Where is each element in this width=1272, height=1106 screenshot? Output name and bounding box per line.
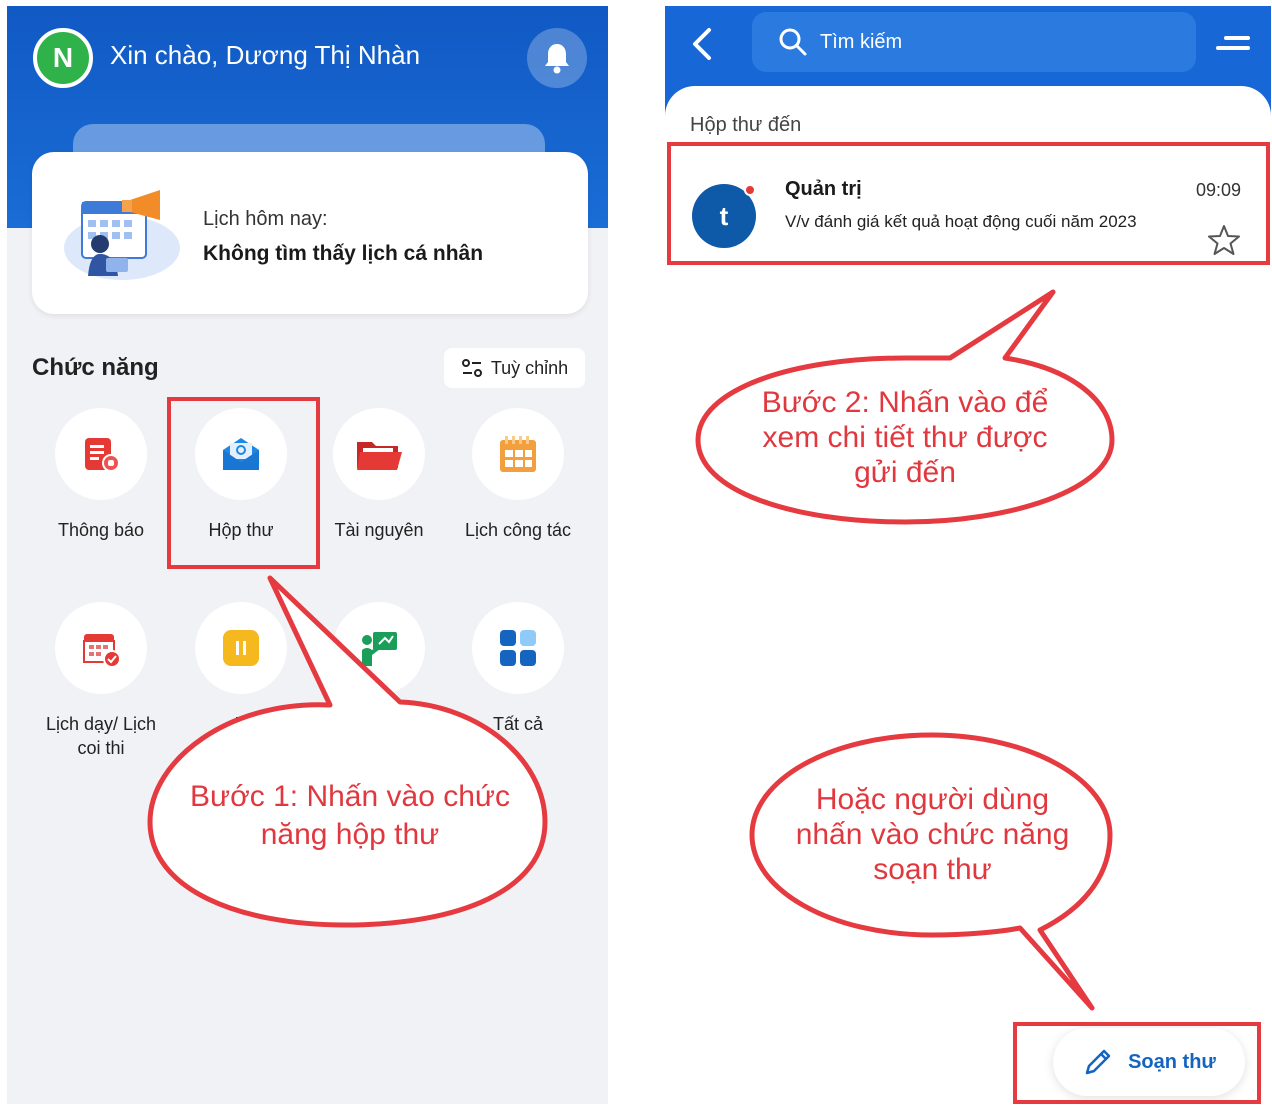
function-icon-circle	[55, 602, 147, 694]
customize-button[interactable]: Tuỳ chỉnh	[444, 348, 585, 388]
calendar-check-icon	[83, 634, 121, 668]
greeting-text: Xin chào, Dương Thị Nhàn	[110, 40, 421, 70]
function-icon-circle	[472, 408, 564, 500]
highlight-compose-button	[1013, 1022, 1261, 1104]
function-label: Lịch dạy/ Lịch coi thi	[45, 714, 157, 758]
callout-text-step3: Hoặc người dùng nhấn vào chức năng soạn …	[795, 783, 1070, 886]
today-schedule-card[interactable]: Lịch hôm nay: Không tìm thấy lịch cá nhâ…	[32, 152, 588, 314]
function-icon-circle	[195, 602, 287, 694]
function-icon-circle	[472, 602, 564, 694]
function-resources[interactable]: Tài nguyên	[309, 408, 449, 542]
function-notifications[interactable]: Thông báo	[31, 408, 171, 542]
teacher-board-icon	[362, 632, 397, 666]
highlight-mail-item	[667, 142, 1270, 265]
callout-text-step1: Bước 1: Nhấn vào chức năng hộp thư	[190, 780, 510, 851]
search-icon	[779, 28, 807, 56]
function-icon-circle	[333, 602, 425, 694]
function-icon-circle	[55, 408, 147, 500]
schedule-value: Không tìm thấy lịch cá nhân	[203, 242, 484, 265]
bell-icon	[545, 44, 569, 74]
function-label: Đ	[234, 714, 248, 734]
schedule-label: Lịch hôm nay:	[203, 208, 328, 230]
function-label: Tất cả	[492, 714, 544, 734]
menu-icon[interactable]	[1216, 28, 1250, 58]
search-box[interactable]: Tìm kiếm	[752, 12, 1196, 72]
function-label: Thông báo	[57, 520, 145, 540]
calendar-megaphone-illustration	[64, 190, 180, 280]
function-work-schedule[interactable]: Lịch công tác	[448, 408, 588, 542]
functions-section-title: Chức năng	[32, 354, 159, 381]
function-all[interactable]: Tất cả	[448, 602, 588, 736]
callout-text-step2: Bước 2: Nhấn vào để xem chi tiết thư đượ…	[761, 386, 1049, 489]
pause-square-icon	[223, 630, 259, 666]
function-icon-circle	[333, 408, 425, 500]
back-arrow-icon[interactable]	[687, 24, 717, 64]
notification-doc-icon	[85, 438, 120, 472]
search-placeholder: Tìm kiếm	[820, 30, 903, 53]
function-label: Tài nguyên	[334, 520, 424, 540]
function-label: Lịch công tác	[464, 520, 572, 540]
function-item-7[interactable]	[309, 602, 449, 712]
highlight-mailbox-function	[167, 397, 320, 569]
inbox-title: Hộp thư đến	[690, 114, 802, 136]
user-avatar[interactable]: N	[33, 28, 93, 88]
function-teaching-schedule[interactable]: Lịch dạy/ Lịch coi thi	[31, 602, 171, 760]
function-item-6[interactable]: Đ	[171, 602, 311, 736]
sliders-icon	[461, 359, 482, 377]
calendar-grid-icon	[500, 436, 536, 472]
apps-grid-icon	[500, 630, 536, 666]
customize-label: Tuỳ chỉnh	[490, 357, 569, 378]
notification-bell-button[interactable]	[527, 28, 587, 88]
folder-icon	[357, 442, 402, 470]
